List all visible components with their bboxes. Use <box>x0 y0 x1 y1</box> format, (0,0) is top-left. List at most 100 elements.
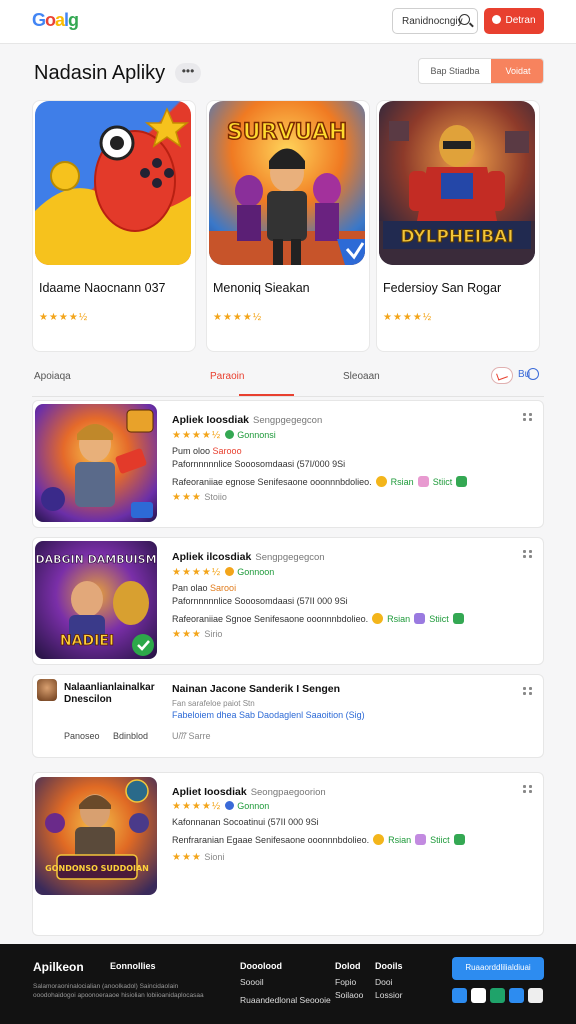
rating-stars: ★★★★½ <box>172 430 222 441</box>
social-mail-icon[interactable] <box>528 988 543 1003</box>
kebab-menu-icon[interactable] <box>523 785 535 793</box>
meta-row: Pum oloo Sarooo <box>172 446 242 456</box>
verified-icon <box>225 801 235 810</box>
seg-option-b[interactable]: Voidat <box>491 59 543 83</box>
tab-paraoin[interactable]: Paraoin <box>210 371 244 382</box>
chat-icon <box>456 476 468 487</box>
trend-icon[interactable] <box>491 367 513 384</box>
rating-stars: ★★★ <box>172 492 202 503</box>
social-telegram-icon[interactable] <box>490 988 505 1003</box>
login-button[interactable]: Detran <box>484 8 544 34</box>
rating-stars: ★★★★½ <box>383 312 433 323</box>
footer-cta-button[interactable]: Ruaaorddlilialdiuai <box>452 957 544 980</box>
left-title: Nalaanlianlainalkar Dnescilon <box>64 682 155 705</box>
featured-card[interactable]: DYLPHEIBAI Federsioy San Rogar ★★★★½ <box>376 100 540 352</box>
rating-row: ★★★★½ Gonnoon <box>172 567 274 578</box>
app-description: Rafeoraniiae Sgnoe Senifesaone ooonnnbdo… <box>172 614 369 624</box>
tag-label[interactable]: Stiict <box>433 477 453 487</box>
page-title: Nadasin Apliky <box>34 62 166 84</box>
list-item[interactable]: DABGIN DAMBUISM NADIEI Apliek ilcosdiak S… <box>32 537 544 665</box>
info-line: Fan sarafeloe paiot Stn <box>172 699 255 708</box>
featured-card[interactable]: Idaame Naocnann 037 ★★★★½ <box>32 100 196 352</box>
tag-label[interactable]: Rsian <box>388 835 411 845</box>
house-icon <box>414 613 426 624</box>
app-icon-controller <box>35 101 191 265</box>
app-title-text: Apliet Ioosdiak <box>172 786 247 798</box>
info-link[interactable]: Fabeloiem dhea Sab Daodaglenl Saaoition … <box>172 710 365 720</box>
footer-column-title: Eonnollies <box>110 961 156 971</box>
more-options-button[interactable]: ••• <box>175 63 201 83</box>
footer-link[interactable]: Dooi <box>375 977 403 987</box>
kebab-menu-icon[interactable] <box>523 413 535 421</box>
app-thumbnail <box>35 404 157 522</box>
kebab-menu-icon[interactable] <box>523 687 535 695</box>
login-label: Detran <box>505 15 536 26</box>
search-placeholder: Ranidnocngiy <box>402 16 463 27</box>
info-line: Kafonnanan Socoatinui (57II 000 9Si <box>172 817 319 827</box>
top-bar: Goalg Ranidnocngiy Detran <box>0 0 576 44</box>
footer-cta-label: Ruaaorddlilialdiuai <box>465 963 531 972</box>
footer-column-title: Dooils <box>375 961 403 971</box>
search-input[interactable]: Ranidnocngiy <box>392 8 478 34</box>
footer-column: Dooils Dooi Lossior <box>375 961 403 1000</box>
meta-text: Pan olao <box>172 583 208 593</box>
app-subtitle: Sengpgegegcon <box>253 415 323 426</box>
kebab-menu-icon[interactable] <box>523 550 535 558</box>
status-badge: Gonnonsi <box>237 430 276 440</box>
footer-link[interactable]: Soooil <box>240 977 331 987</box>
social-facebook-icon[interactable] <box>452 988 467 1003</box>
footer-label: U/̆/̆̆/̆ Sarre <box>172 731 211 741</box>
meta-accent: Sarooi <box>210 583 237 593</box>
app-icon-robot-hero: DYLPHEIBAI <box>379 101 535 265</box>
footer-link[interactable]: Lossior <box>375 990 403 1000</box>
social-x-icon[interactable] <box>471 988 486 1003</box>
footer-link[interactable]: Ruaandedlonal Seoooie <box>240 995 331 1005</box>
featured-app-name: Menoniq Sieakan <box>213 281 310 295</box>
desc-row: Rafeoraniiae Sgnoe Senifesaone ooonnnbdo… <box>172 613 468 624</box>
footer-brand: Apilkeon <box>33 960 84 974</box>
tab-apoiaqa[interactable]: Apoiaqa <box>34 371 71 382</box>
featured-card[interactable]: SURVUAH Menoniq Sieakan ★★★★½ <box>206 100 370 352</box>
verified-icon <box>225 430 235 439</box>
search-icon[interactable] <box>459 14 470 25</box>
footer-column: Dolod Fopio Soilaoo <box>335 961 363 1000</box>
footer-label: Stoiio <box>204 492 227 502</box>
seg-option-a[interactable]: Bap Stiadba <box>419 59 491 83</box>
app-logo[interactable]: Goalg <box>32 10 79 31</box>
tab-sleoaan[interactable]: Sleoaan <box>343 371 380 382</box>
tag-label[interactable]: Stiict <box>430 835 450 845</box>
rating-row: ★★★★½ Gonnonsi <box>172 430 276 441</box>
tag-label[interactable]: Stiict <box>429 614 449 624</box>
card-art-title: SURVUAH <box>227 120 347 145</box>
footer-link[interactable]: Soilaoo <box>335 990 363 1000</box>
desc-row: Renfraranian Egaae Senifesaone ooonnnbdo… <box>172 834 469 845</box>
footer-label: Sirio <box>204 629 223 639</box>
featured-app-name: Federsioy San Rogar <box>383 281 502 295</box>
footer-column-title: Dooolood <box>240 961 282 971</box>
user-icon <box>492 15 502 24</box>
list-item[interactable]: GONDONSO SUDDOIAN Apliet Ioosdiak Seongpa… <box>32 772 544 936</box>
social-instagram-icon[interactable] <box>509 988 524 1003</box>
rating-stars: ★★★★½ <box>172 567 222 578</box>
list-item[interactable]: Nalaanlianlainalkar Dnescilon Nainan Jac… <box>32 674 544 758</box>
rating-row: ★★★★½ Gonnon <box>172 801 269 812</box>
thumbnail-art-subtitle: NADIEI <box>60 633 114 649</box>
info-line: Pafornnnnnlice Sooosomdaasi (57I/000 9Si <box>172 459 346 469</box>
app-title: Apliek ilcosdiak Sengpgegegcon <box>172 551 325 563</box>
column-label: Panoseo <box>64 731 100 741</box>
footer-column: Eonnollies <box>110 961 156 977</box>
rating-stars: ★★★★½ <box>39 312 89 323</box>
thumbnail-art-title: DABGIN DAMBUISM <box>35 553 156 566</box>
list-item[interactable]: Apliek Ioosdiak Sengpgegegcon ★★★★½ Gonnon… <box>32 400 544 528</box>
tag-label[interactable]: Rsian <box>391 477 414 487</box>
tab-extra-button[interactable]: Bu <box>518 368 540 380</box>
footer-link[interactable]: Fopio <box>335 977 363 987</box>
column-label: Bdinblod <box>113 731 149 741</box>
site-footer: Apilkeon Salamoraoninalocialian (anoolka… <box>0 944 576 1024</box>
meta-text: Pum oloo <box>172 446 211 456</box>
app-thumbnail: GONDONSO SUDDOIAN <box>35 777 157 895</box>
house-icon <box>415 834 427 845</box>
footer-label: Sioni <box>204 852 225 862</box>
tag-label[interactable]: Rsian <box>387 614 410 624</box>
footer-description: Salamoraoninalocialian (anoolkadol) Sain… <box>33 983 204 999</box>
